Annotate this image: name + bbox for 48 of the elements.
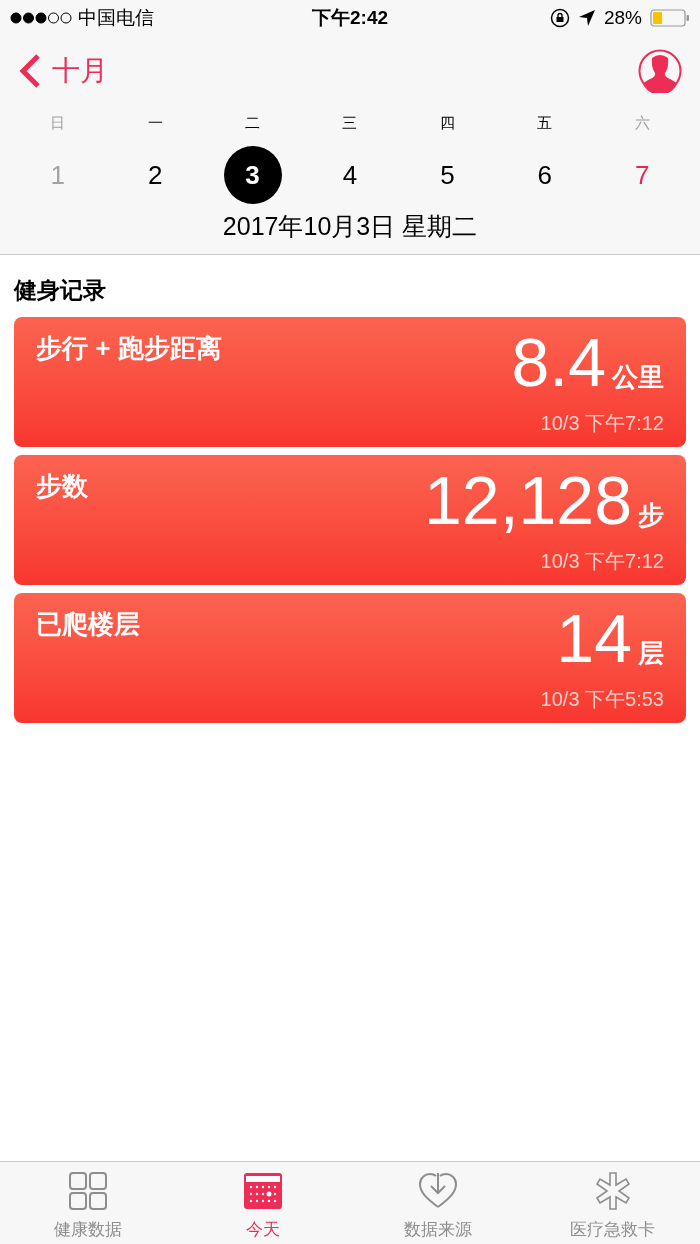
battery-icon: [650, 9, 690, 27]
record-time: 10/3 下午7:12: [540, 549, 664, 574]
signal-icon: [10, 12, 72, 24]
tab-button[interactable]: 数据来源: [350, 1162, 525, 1244]
day-button[interactable]: 3: [223, 146, 282, 204]
record-time: 10/3 下午5:53: [540, 687, 664, 712]
metric-value: 14: [556, 607, 632, 669]
weekday-label: 四: [439, 112, 455, 133]
rotation-lock-icon: [549, 8, 570, 28]
weekday-label: 五: [537, 112, 553, 133]
weekday-label: 二: [245, 112, 261, 133]
carrier-name: 中国电信: [78, 5, 154, 30]
fitness-card[interactable]: 已爬楼层 14 层 10/3 下午5:53: [14, 593, 686, 723]
day-button[interactable]: 7: [613, 146, 672, 204]
profile-button[interactable]: [638, 49, 682, 93]
battery-percent: 28%: [603, 5, 642, 30]
back-button[interactable]: 十月: [18, 50, 108, 92]
metric-unit: 步: [638, 499, 664, 532]
record-time: 10/3 下午7:12: [540, 411, 664, 436]
tab-button[interactable]: 健康数据: [0, 1162, 175, 1244]
weekday-label: 一: [147, 112, 163, 133]
day-button[interactable]: 4: [321, 146, 379, 204]
metric-value: 8.4: [511, 331, 606, 393]
metric-unit: 层: [638, 637, 664, 670]
weekday-label: 六: [634, 112, 650, 133]
metric-value: 12,128: [424, 469, 632, 531]
chevron-left-icon: [18, 53, 42, 89]
heart-download-icon: [417, 1170, 458, 1211]
fitness-card[interactable]: 步数 12,128 步 10/3 下午7:12: [14, 455, 686, 585]
day-button[interactable]: 2: [126, 146, 185, 204]
weekday-label: 日: [50, 112, 66, 133]
status-time: 下午2:42: [312, 5, 388, 30]
day-button[interactable]: 5: [418, 146, 477, 204]
location-icon: [577, 9, 596, 27]
tab-button[interactable]: 医疗急救卡: [525, 1162, 700, 1244]
metric-unit: 公里: [612, 361, 664, 394]
card-title: 已爬楼层: [36, 608, 140, 641]
section-title: 健身记录: [14, 275, 106, 305]
weekday-label: 三: [342, 112, 358, 133]
grid-icon: [67, 1170, 108, 1211]
day-button[interactable]: 1: [28, 146, 87, 204]
selected-date: 2017年10月3日 星期二: [222, 211, 478, 242]
calendar-icon: [242, 1170, 283, 1211]
day-button[interactable]: 6: [515, 146, 574, 204]
fitness-card[interactable]: 步行 + 跑步距离 8.4 公里 10/3 下午7:12: [14, 317, 686, 447]
card-title: 步行 + 跑步距离: [36, 332, 222, 365]
tab-button[interactable]: 今天: [175, 1162, 350, 1244]
card-title: 步数: [36, 470, 88, 503]
